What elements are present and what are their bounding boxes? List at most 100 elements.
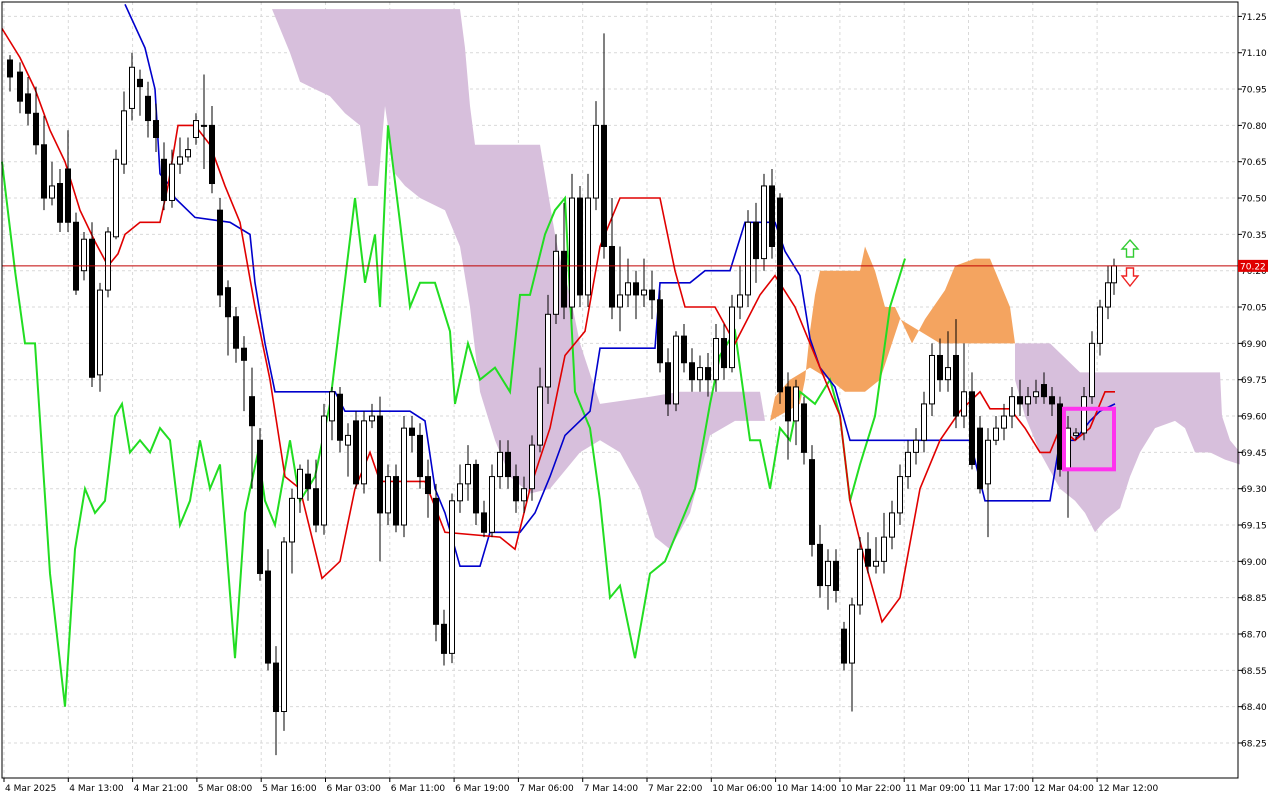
candle-bullish xyxy=(713,338,719,381)
candle-bearish xyxy=(689,362,695,381)
x-tick-label: 5 Mar 08:00 xyxy=(198,784,253,794)
candle-bullish xyxy=(881,536,887,562)
candle-bullish xyxy=(169,163,175,201)
candle-bearish xyxy=(841,628,847,664)
x-tick-label: 6 Mar 11:00 xyxy=(391,784,446,794)
candle-bearish xyxy=(1049,396,1055,405)
candle-bullish xyxy=(129,66,135,109)
candle-bearish xyxy=(377,415,383,514)
candle-bullish xyxy=(673,335,679,405)
candle-bearish xyxy=(65,168,71,223)
y-tick-label: 68.25 xyxy=(1241,740,1267,750)
current-price-tag-label: 70.22 xyxy=(1240,262,1266,272)
candle-bullish xyxy=(553,250,559,315)
candle-bearish xyxy=(1017,396,1023,405)
chart-window[interactable]: 71.25 71.10 70.95 70.80 70.65 70.50 70.35 70.20… xyxy=(0,0,1280,800)
candle-bullish xyxy=(857,548,863,606)
candle-bearish xyxy=(505,451,511,478)
candle-bullish xyxy=(537,386,543,446)
candle-bearish xyxy=(337,393,343,441)
y-tick-label: 70.80 xyxy=(1241,122,1267,132)
x-tick-label: 5 Mar 16:00 xyxy=(262,784,317,794)
candle-bearish xyxy=(17,71,23,102)
candle-bullish xyxy=(49,185,55,199)
candle-bullish xyxy=(401,427,407,526)
candle-bearish xyxy=(609,245,615,308)
candle-bearish xyxy=(73,221,79,291)
candle-bearish xyxy=(441,623,447,654)
candle-bearish xyxy=(225,287,231,318)
candle-bullish xyxy=(521,488,527,502)
candle-bearish xyxy=(209,124,215,185)
x-tick-label: 7 Mar 14:00 xyxy=(584,784,639,794)
candle-bearish xyxy=(25,93,31,114)
candle-bullish xyxy=(281,541,287,713)
candle-bullish xyxy=(745,221,751,296)
candle-bullish xyxy=(1073,432,1079,436)
candle-bearish xyxy=(601,124,607,247)
candle-bearish xyxy=(473,463,479,514)
candle-bearish xyxy=(409,427,415,436)
candle-bearish xyxy=(649,289,655,301)
x-tick-label: 6 Mar 03:00 xyxy=(327,784,382,794)
candle-bullish xyxy=(457,483,463,502)
candle-bearish xyxy=(721,338,727,369)
candle-bearish xyxy=(513,476,519,502)
candle-bullish xyxy=(497,451,503,478)
candle-bearish xyxy=(769,185,775,247)
y-tick-label: 70.65 xyxy=(1241,158,1267,168)
candle-bullish xyxy=(185,149,191,158)
candle-bullish xyxy=(297,468,303,499)
candle-bullish xyxy=(697,367,703,381)
y-tick-label: 68.85 xyxy=(1241,594,1267,604)
candle-bullish xyxy=(1001,415,1007,429)
candle-bullish xyxy=(729,306,735,369)
candle-bearish xyxy=(353,420,359,485)
candle-bullish xyxy=(617,294,623,308)
candle-bearish xyxy=(273,662,279,713)
candle-bullish xyxy=(449,500,455,654)
candle-bullish xyxy=(905,451,911,478)
candle-bearish xyxy=(57,183,63,223)
candle-bearish xyxy=(433,497,439,625)
candle-bearish xyxy=(481,512,487,533)
candle-bullish xyxy=(329,391,335,422)
candle-bullish xyxy=(345,434,351,446)
candle-bearish xyxy=(1041,384,1047,398)
candle-bearish xyxy=(33,112,39,146)
candle-bearish xyxy=(89,238,95,378)
y-tick-label: 69.45 xyxy=(1241,449,1267,459)
candle-bullish xyxy=(289,497,295,543)
y-tick-label: 69.90 xyxy=(1241,340,1267,350)
candle-bearish xyxy=(969,391,975,465)
candle-bullish xyxy=(369,415,375,422)
candle-bearish xyxy=(241,347,247,361)
candle-bullish xyxy=(321,415,327,526)
candle-bearish xyxy=(233,316,239,349)
candle-bullish xyxy=(593,124,599,199)
y-tick-label: 69.75 xyxy=(1241,376,1267,386)
candle-bearish xyxy=(217,209,223,296)
x-tick-label: 6 Mar 19:00 xyxy=(455,784,510,794)
candle-bearish xyxy=(265,570,271,664)
candle-bearish xyxy=(633,282,639,296)
candle-bearish xyxy=(577,197,583,296)
candle-bearish xyxy=(561,250,567,308)
candle-bullish xyxy=(1105,282,1111,308)
candle-bullish xyxy=(961,391,967,417)
price-axis[interactable]: 71.2571.1070.9570.8070.6570.5070.3570.20… xyxy=(1238,13,1268,750)
candle-bullish xyxy=(985,439,991,485)
candle-bullish xyxy=(1081,396,1087,434)
candle-bullish xyxy=(1009,396,1015,417)
candle-bullish xyxy=(489,476,495,533)
ichimoku-chart[interactable]: 71.2571.1070.9570.8070.6570.5070.3570.20… xyxy=(0,0,1280,800)
candle-bullish xyxy=(545,313,551,388)
candle-bullish xyxy=(761,185,767,260)
candle-bearish xyxy=(865,548,871,567)
candle-bearish xyxy=(305,473,311,490)
candle-bullish xyxy=(849,604,855,664)
candle-bullish xyxy=(929,354,935,405)
y-tick-label: 70.35 xyxy=(1241,231,1267,241)
y-tick-label: 68.70 xyxy=(1241,631,1267,641)
candle-bullish xyxy=(1097,306,1103,344)
